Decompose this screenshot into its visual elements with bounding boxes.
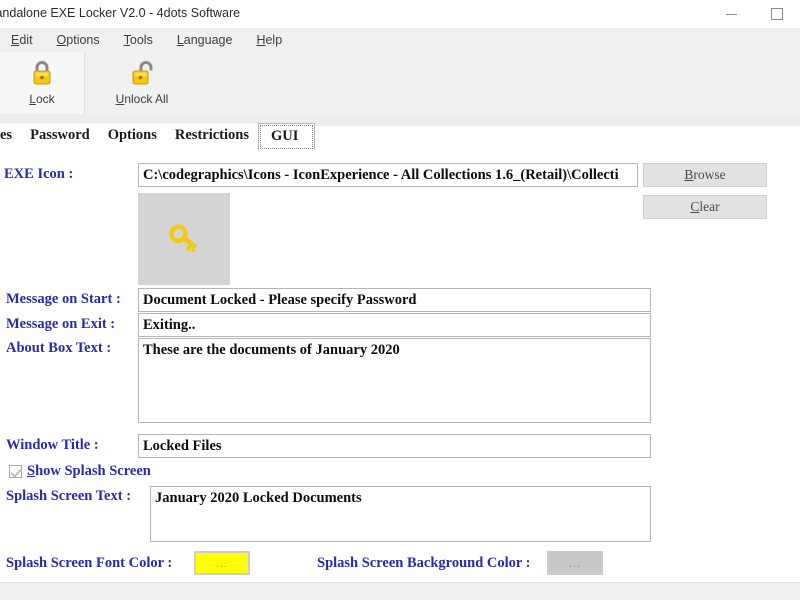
tab-gui[interactable]: GUI bbox=[257, 123, 316, 151]
unlock-all-button[interactable]: Unlock All bbox=[86, 52, 198, 114]
about-box-text-label: About Box Text : bbox=[6, 340, 112, 356]
title-bar: tandalone EXE Locker V2.0 - 4dots Softwa… bbox=[0, 0, 800, 29]
maximize-icon bbox=[771, 8, 783, 20]
application-window: tandalone EXE Locker V2.0 - 4dots Softwa… bbox=[0, 0, 800, 600]
tab-password[interactable]: Password bbox=[21, 123, 99, 149]
message-on-exit-input[interactable]: Exiting.. bbox=[138, 313, 651, 337]
window-title-input[interactable]: Locked Files bbox=[138, 434, 651, 458]
splash-screen-text-input[interactable]: January 2020 Locked Documents bbox=[150, 486, 651, 542]
menu-item-help[interactable]: Help bbox=[255, 31, 283, 49]
clear-button[interactable]: Clear bbox=[643, 195, 767, 219]
about-box-text-input[interactable]: These are the documents of January 2020 bbox=[138, 338, 651, 423]
minimize-button[interactable] bbox=[708, 0, 754, 28]
splash-screen-font-color-swatch[interactable]: ... bbox=[194, 551, 250, 575]
splash-screen-font-color-label: Splash Screen Font Color : bbox=[6, 555, 173, 571]
message-on-start-input[interactable]: Document Locked - Please specify Passwor… bbox=[138, 288, 651, 312]
gui-tab-panel: EXE Icon : C:\codegraphics\Icons - IconE… bbox=[0, 150, 800, 582]
menu-item-edit[interactable]: EEditdit bbox=[10, 31, 34, 49]
menu-item-language[interactable]: Language bbox=[176, 31, 234, 49]
browse-button[interactable]: Browse bbox=[643, 163, 767, 187]
show-splash-screen-checkbox-row[interactable]: Show Splash Screen bbox=[9, 463, 151, 480]
lock-button[interactable]: Lock bbox=[0, 52, 85, 114]
toolbar: Lock Unlock All bbox=[0, 52, 800, 115]
exe-icon-path-input[interactable]: C:\codegraphics\Icons - IconExperience -… bbox=[138, 163, 638, 187]
tab-files[interactable]: es bbox=[0, 123, 22, 149]
show-splash-screen-label: Show Splash Screen bbox=[27, 463, 151, 479]
splash-screen-text-label: Splash Screen Text : bbox=[6, 488, 132, 504]
window-title-label: Window Title : bbox=[6, 437, 99, 453]
key-icon bbox=[164, 218, 204, 261]
tab-strip: es Password Options Restrictions GUI bbox=[0, 114, 800, 151]
minimize-icon bbox=[725, 13, 737, 15]
lock-button-label: Lock bbox=[29, 92, 55, 106]
maximize-button[interactable] bbox=[754, 0, 800, 28]
menu-item-tools[interactable]: Tools bbox=[123, 31, 154, 49]
padlock-open-icon bbox=[129, 59, 155, 87]
menu-item-options[interactable]: Options bbox=[56, 31, 101, 49]
exe-icon-preview[interactable] bbox=[138, 193, 230, 285]
window-title: tandalone EXE Locker V2.0 - 4dots Softwa… bbox=[0, 6, 241, 20]
window-controls bbox=[708, 0, 800, 28]
exe-icon-label: EXE Icon : bbox=[4, 166, 74, 182]
menu-bar: EEditdit Options Tools Language Help bbox=[0, 28, 800, 53]
status-bar bbox=[0, 582, 800, 600]
padlock-closed-icon bbox=[29, 59, 55, 87]
splash-screen-background-color-label: Splash Screen Background Color : bbox=[317, 555, 531, 571]
tab-options[interactable]: Options bbox=[98, 123, 166, 149]
splash-screen-background-color-swatch[interactable]: ... bbox=[547, 551, 603, 575]
message-on-exit-label: Message on Exit : bbox=[6, 316, 116, 332]
show-splash-screen-checkbox[interactable] bbox=[9, 465, 22, 478]
unlock-all-button-label: Unlock All bbox=[115, 92, 169, 106]
message-on-start-label: Message on Start : bbox=[6, 291, 121, 307]
tab-restrictions[interactable]: Restrictions bbox=[165, 123, 258, 149]
